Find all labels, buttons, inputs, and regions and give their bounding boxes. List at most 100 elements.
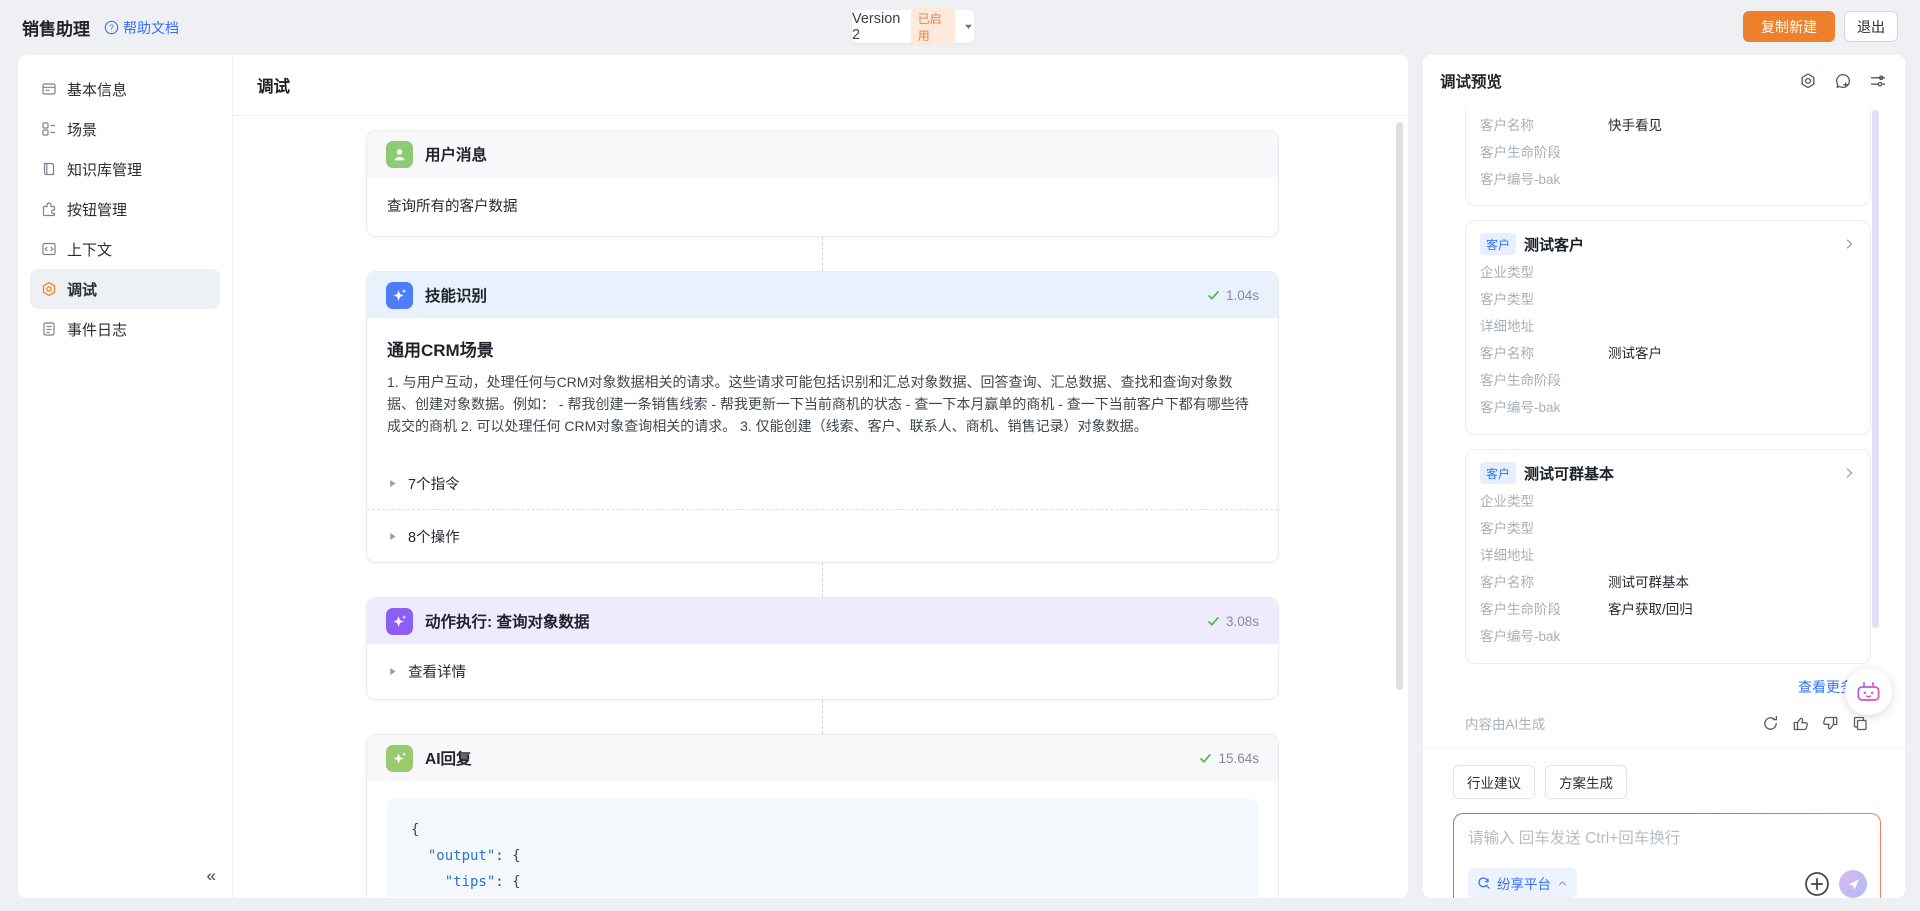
record-card[interactable]: 客户 测试可群基本 企业类型 客户类型 详细地址 客户名称测试可群基本 客户生命… bbox=[1465, 449, 1871, 664]
svg-text:?: ? bbox=[109, 23, 114, 33]
copy-create-button[interactable]: 复制新建 bbox=[1743, 11, 1835, 42]
suggestion-chips: 行业建议 方案生成 bbox=[1453, 765, 1905, 799]
card-title: 动作执行: 查询对象数据 bbox=[425, 610, 589, 632]
debug-icon bbox=[41, 281, 57, 297]
version-selector[interactable]: Version 2 已启用 bbox=[852, 10, 974, 43]
log-icon bbox=[41, 321, 57, 337]
page-title: 调试 bbox=[233, 55, 1408, 116]
app-title: 销售助理 bbox=[22, 15, 90, 40]
exit-button[interactable]: 退出 bbox=[1844, 11, 1898, 42]
operations-expander[interactable]: 8个操作 bbox=[367, 510, 1278, 562]
debug-scroll-area: 用户消息 查询所有的客户数据 技能识别 bbox=[233, 116, 1408, 897]
field-row: 客户类型 bbox=[1480, 286, 1856, 313]
settings-nut-icon[interactable] bbox=[1799, 72, 1817, 90]
message-input-box: 纷享平台 bbox=[1453, 813, 1881, 898]
record-card[interactable]: 客户 测试客户 企业类型 客户类型 详细地址 客户名称测试客户 客户生命阶段 客… bbox=[1465, 220, 1871, 435]
ai-footer: 内容由AI生成 bbox=[1465, 713, 1869, 733]
sidebar-item-button-management[interactable]: 按钮管理 bbox=[30, 189, 220, 229]
ai-generated-note: 内容由AI生成 bbox=[1465, 713, 1545, 733]
book-icon bbox=[41, 161, 57, 177]
help-doc-link[interactable]: ? 帮助文档 bbox=[104, 18, 179, 38]
thumbs-down-icon[interactable] bbox=[1822, 715, 1839, 732]
user-message-text: 查询所有的客户数据 bbox=[387, 195, 1258, 216]
card-title: AI回复 bbox=[425, 747, 472, 769]
basic-info-icon bbox=[41, 81, 57, 97]
duration-badge: 3.08s bbox=[1207, 614, 1259, 629]
help-icon: ? bbox=[104, 20, 119, 35]
caret-right-icon bbox=[387, 478, 398, 489]
copy-icon[interactable] bbox=[1852, 715, 1869, 732]
object-type-badge: 客户 bbox=[1480, 233, 1516, 255]
code-block: { "output": { "tips": { "content": "已为您找… bbox=[387, 799, 1258, 897]
platform-tag[interactable]: 纷享平台 bbox=[1468, 868, 1577, 898]
scene-icon bbox=[41, 121, 57, 137]
sidebar-item-event-log[interactable]: 事件日志 bbox=[30, 309, 220, 349]
field-row: 客户名称测试可群基本 bbox=[1480, 569, 1856, 596]
sidebar-item-context[interactable]: 上下文 bbox=[30, 229, 220, 269]
sparkle-icon bbox=[386, 282, 413, 309]
search-refresh-icon bbox=[1477, 876, 1491, 890]
sidebar-item-debug[interactable]: 调试 bbox=[30, 269, 220, 309]
action-execution-card: 动作执行: 查询对象数据 3.08s 查看详情 bbox=[366, 597, 1279, 700]
field-row: 客户类型 bbox=[1480, 515, 1856, 542]
chevron-right-icon bbox=[1842, 466, 1856, 480]
chevron-down-icon bbox=[963, 21, 974, 32]
field-row: 企业类型 bbox=[1480, 259, 1856, 286]
message-input[interactable] bbox=[1468, 826, 1866, 864]
field-row: 详细地址 bbox=[1480, 313, 1856, 340]
view-more-link[interactable]: 查看更多 bbox=[1465, 677, 1869, 697]
chip-plan-generate[interactable]: 方案生成 bbox=[1545, 765, 1627, 799]
field-row: 客户编号-bak bbox=[1480, 166, 1856, 193]
field-row: 客户生命阶段客户获取/回归 bbox=[1480, 596, 1856, 623]
step-connector bbox=[822, 700, 823, 734]
sparkle-icon bbox=[386, 608, 413, 635]
preview-scrollbar[interactable] bbox=[1872, 110, 1879, 628]
record-card-partial[interactable]: 客户名称 快手看见 客户生命阶段 客户编号-bak bbox=[1465, 106, 1871, 206]
debug-preview-panel: 调试预览 客户名称 快手看见 客户生命阶段 客户编号-bak bbox=[1423, 55, 1905, 898]
chevron-up-icon bbox=[1557, 878, 1568, 889]
workspace-panel: 基本信息 场景 知识库管理 按钮管理 上下文 调试 事件日志 « 调试 bbox=[18, 55, 1408, 898]
assistant-robot-button[interactable] bbox=[1845, 668, 1892, 715]
chevron-right-icon bbox=[1842, 237, 1856, 251]
sidebar-item-knowledge-base[interactable]: 知识库管理 bbox=[30, 149, 220, 189]
field-row: 客户编号-bak bbox=[1480, 394, 1856, 421]
regenerate-icon[interactable] bbox=[1762, 715, 1779, 732]
field-row: 详细地址 bbox=[1480, 542, 1856, 569]
chip-industry-advice[interactable]: 行业建议 bbox=[1453, 765, 1535, 799]
instructions-expander[interactable]: 7个指令 bbox=[367, 457, 1278, 509]
add-attachment-button[interactable] bbox=[1804, 871, 1830, 897]
object-type-badge: 客户 bbox=[1480, 462, 1516, 484]
user-message-card: 用户消息 查询所有的客户数据 bbox=[366, 130, 1279, 237]
step-connector bbox=[822, 237, 823, 271]
duration-badge: 15.64s bbox=[1199, 751, 1259, 766]
view-details-expander[interactable]: 查看详情 bbox=[367, 644, 1278, 699]
scene-title: 通用CRM场景 bbox=[387, 336, 1258, 361]
main-scrollbar[interactable] bbox=[1396, 122, 1403, 690]
thumbs-up-icon[interactable] bbox=[1792, 715, 1809, 732]
card-title: 技能识别 bbox=[425, 284, 487, 306]
top-bar: 销售助理 ? 帮助文档 Version 2 已启用 复制新建 退出 bbox=[0, 0, 1920, 55]
divider bbox=[1423, 747, 1905, 748]
field-row: 客户生命阶段 bbox=[1480, 139, 1856, 166]
sidebar: 基本信息 场景 知识库管理 按钮管理 上下文 调试 事件日志 « bbox=[18, 55, 233, 898]
caret-right-icon bbox=[387, 531, 398, 542]
field-row: 客户名称测试客户 bbox=[1480, 340, 1856, 367]
field-row: 企业类型 bbox=[1480, 488, 1856, 515]
scene-description: 1. 与用户互动，处理任何与CRM对象数据相关的请求。这些请求可能包括识别和汇总… bbox=[387, 371, 1258, 437]
check-icon bbox=[1199, 752, 1212, 765]
sparkle-icon bbox=[386, 745, 413, 772]
new-chat-icon[interactable] bbox=[1834, 72, 1852, 90]
sliders-icon[interactable] bbox=[1869, 72, 1887, 90]
send-button[interactable] bbox=[1839, 870, 1867, 898]
sidebar-item-scenes[interactable]: 场景 bbox=[30, 109, 220, 149]
code-icon bbox=[41, 241, 57, 257]
puzzle-icon bbox=[41, 201, 57, 217]
sidebar-collapse-button[interactable]: « bbox=[207, 866, 216, 886]
field-row: 客户编号-bak bbox=[1480, 623, 1856, 650]
skill-recognition-card: 技能识别 1.04s 通用CRM场景 1. 与用户互动，处理任何与CRM对象数据… bbox=[366, 271, 1279, 563]
step-connector bbox=[822, 563, 823, 597]
check-icon bbox=[1207, 615, 1220, 628]
user-icon bbox=[386, 141, 413, 168]
sidebar-item-basic-info[interactable]: 基本信息 bbox=[30, 69, 220, 109]
check-icon bbox=[1207, 289, 1220, 302]
